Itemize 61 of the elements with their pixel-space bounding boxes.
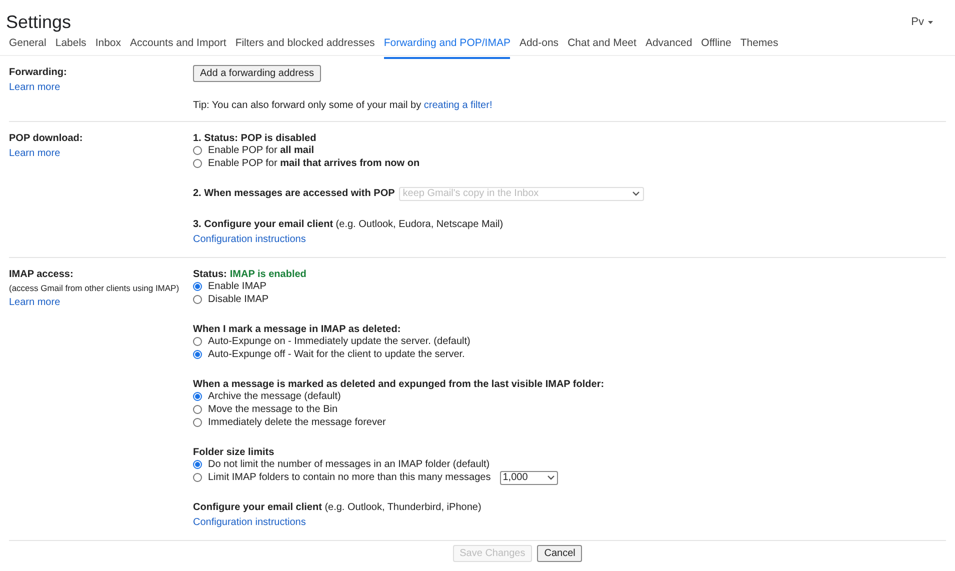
radio-button[interactable] [193, 418, 202, 427]
settings-tab[interactable]: Add-ons [519, 36, 559, 59]
settings-tab[interactable]: Filters and blocked addresses [235, 36, 375, 59]
radio-button[interactable] [193, 392, 202, 401]
select-label: 2. When messages are accessed with POP [193, 187, 395, 201]
footer-button[interactable]: Cancel [537, 545, 582, 562]
option-label: Disable IMAP [208, 293, 269, 307]
configuration-link[interactable]: Configuration instructions [193, 515, 604, 530]
option-label: Limit IMAP folders to contain no more than this many messages [208, 471, 491, 485]
settings-tab[interactable]: Forwarding and POP/IMAP [384, 36, 510, 59]
settings-tab[interactable]: Advanced [645, 36, 692, 59]
status-label: Status: [193, 268, 227, 280]
learn-more-link[interactable]: Learn more [9, 146, 193, 161]
option-label: Enable POP for all mail [208, 144, 314, 158]
radio-button[interactable] [193, 282, 202, 291]
chevron-down-icon [546, 475, 555, 480]
configure-text: Configure your email client (e.g. Outlook, Thunderbird, iPhone) [193, 501, 482, 515]
configure-text: 3. Configure your email client (e.g. Outlook, Eudora, Netscape Mail) [193, 218, 504, 232]
option-label: Auto-Expunge on - Immediately update the server. (default) [208, 335, 470, 349]
section-label: IMAP access: [9, 268, 74, 282]
radio-button[interactable] [193, 159, 202, 168]
settings-tab[interactable]: Labels [55, 36, 86, 59]
option-label: Archive the message (default) [208, 390, 341, 404]
status-value: IMAP is enabled [230, 268, 306, 280]
section-label: POP download: [9, 132, 84, 146]
option-label: Immediately delete the message forever [208, 416, 386, 430]
section-note: (access Gmail from other clients using IMAP) [9, 282, 180, 295]
settings-tab[interactable]: Chat and Meet [568, 36, 636, 59]
learn-more-link[interactable]: Learn more [9, 294, 193, 310]
option-label: Enable POP for mail that arrives from now on [208, 157, 420, 171]
tip-text: Tip: You can also forward only some of your mail by creating a filter! [193, 99, 492, 113]
settings-tab[interactable]: General [9, 36, 46, 59]
radio-button[interactable] [193, 337, 202, 346]
limit-select[interactable]: 1,000 [500, 470, 558, 484]
section-heading: 1. Status: POP is disabled [193, 132, 318, 144]
page-title: Settings [6, 10, 72, 34]
account-menu[interactable]: Pv [911, 14, 933, 30]
section-heading: When a message is marked as deleted and expunged from the last visible IMAP folder: [193, 378, 604, 390]
section-heading: Folder size limits [193, 446, 276, 458]
option-label: Auto-Expunge off - Wait for the client to update the server. [208, 348, 465, 362]
settings-tab[interactable]: Offline [701, 36, 732, 59]
option-label: Move the message to the Bin [208, 403, 338, 417]
section-heading: When I mark a message in IMAP as deleted: [193, 323, 402, 335]
option-label: Enable IMAP [208, 280, 266, 294]
configuration-link[interactable]: Configuration instructions [193, 232, 644, 247]
caret-icon [928, 20, 933, 24]
filter-link[interactable]: creating a filter! [424, 100, 492, 111]
learn-more-link[interactable]: Learn more [9, 80, 193, 95]
radio-button[interactable] [193, 295, 202, 304]
chevron-down-icon [632, 191, 640, 196]
settings-tab[interactable]: Inbox [95, 36, 121, 59]
radio-button[interactable] [193, 473, 202, 482]
option-label: Do not limit the number of messages in an IMAP folder (default) [208, 458, 490, 472]
section-label: Forwarding: [9, 66, 68, 80]
radio-button[interactable] [193, 146, 202, 155]
add-forwarding-button[interactable]: Add a forwarding address [193, 65, 321, 82]
settings-tab[interactable]: Accounts and Import [130, 36, 226, 59]
radio-button[interactable] [193, 405, 202, 414]
settings-tab[interactable]: Themes [740, 36, 778, 59]
radio-button[interactable] [193, 350, 202, 359]
radio-button[interactable] [193, 460, 202, 469]
